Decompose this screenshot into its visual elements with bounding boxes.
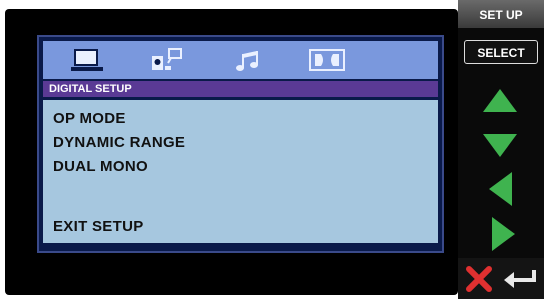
arrow-down-button[interactable] (480, 130, 520, 160)
tab-general[interactable] (65, 44, 109, 76)
dolby-digital-icon (309, 49, 345, 71)
close-icon[interactable] (464, 264, 494, 294)
tab-speaker[interactable] (145, 44, 189, 76)
arrow-right-button[interactable] (488, 215, 518, 253)
tv-screen: DIGITAL SETUP OP MODE DYNAMIC RANGE DUAL… (5, 9, 458, 295)
menu-list: OP MODE DYNAMIC RANGE DUAL MONO EXIT SET… (43, 100, 438, 243)
menu-title: DIGITAL SETUP (43, 81, 438, 97)
select-button[interactable]: SELECT (464, 40, 538, 64)
arrow-up-button[interactable] (480, 86, 520, 116)
monitor-icon (71, 49, 103, 71)
menu-item-exit-setup[interactable]: EXIT SETUP (53, 218, 144, 235)
music-note-icon (236, 51, 258, 71)
back-arrow-icon[interactable] (500, 266, 538, 292)
menu-item-dual-mono[interactable]: DUAL MONO (53, 158, 148, 175)
tab-bar (43, 41, 438, 79)
setup-osd: DIGITAL SETUP OP MODE DYNAMIC RANGE DUAL… (37, 35, 444, 253)
tab-audio[interactable] (227, 44, 271, 76)
tab-digital[interactable] (305, 44, 349, 76)
remote-sidebar: SET UP SELECT (458, 0, 544, 299)
bottom-controls (458, 258, 544, 299)
speaker-icon (152, 48, 182, 70)
setup-button[interactable]: SET UP (458, 0, 544, 28)
arrow-left-button[interactable] (486, 170, 516, 208)
menu-item-dynamic-range[interactable]: DYNAMIC RANGE (53, 134, 185, 151)
menu-item-op-mode[interactable]: OP MODE (53, 110, 126, 127)
